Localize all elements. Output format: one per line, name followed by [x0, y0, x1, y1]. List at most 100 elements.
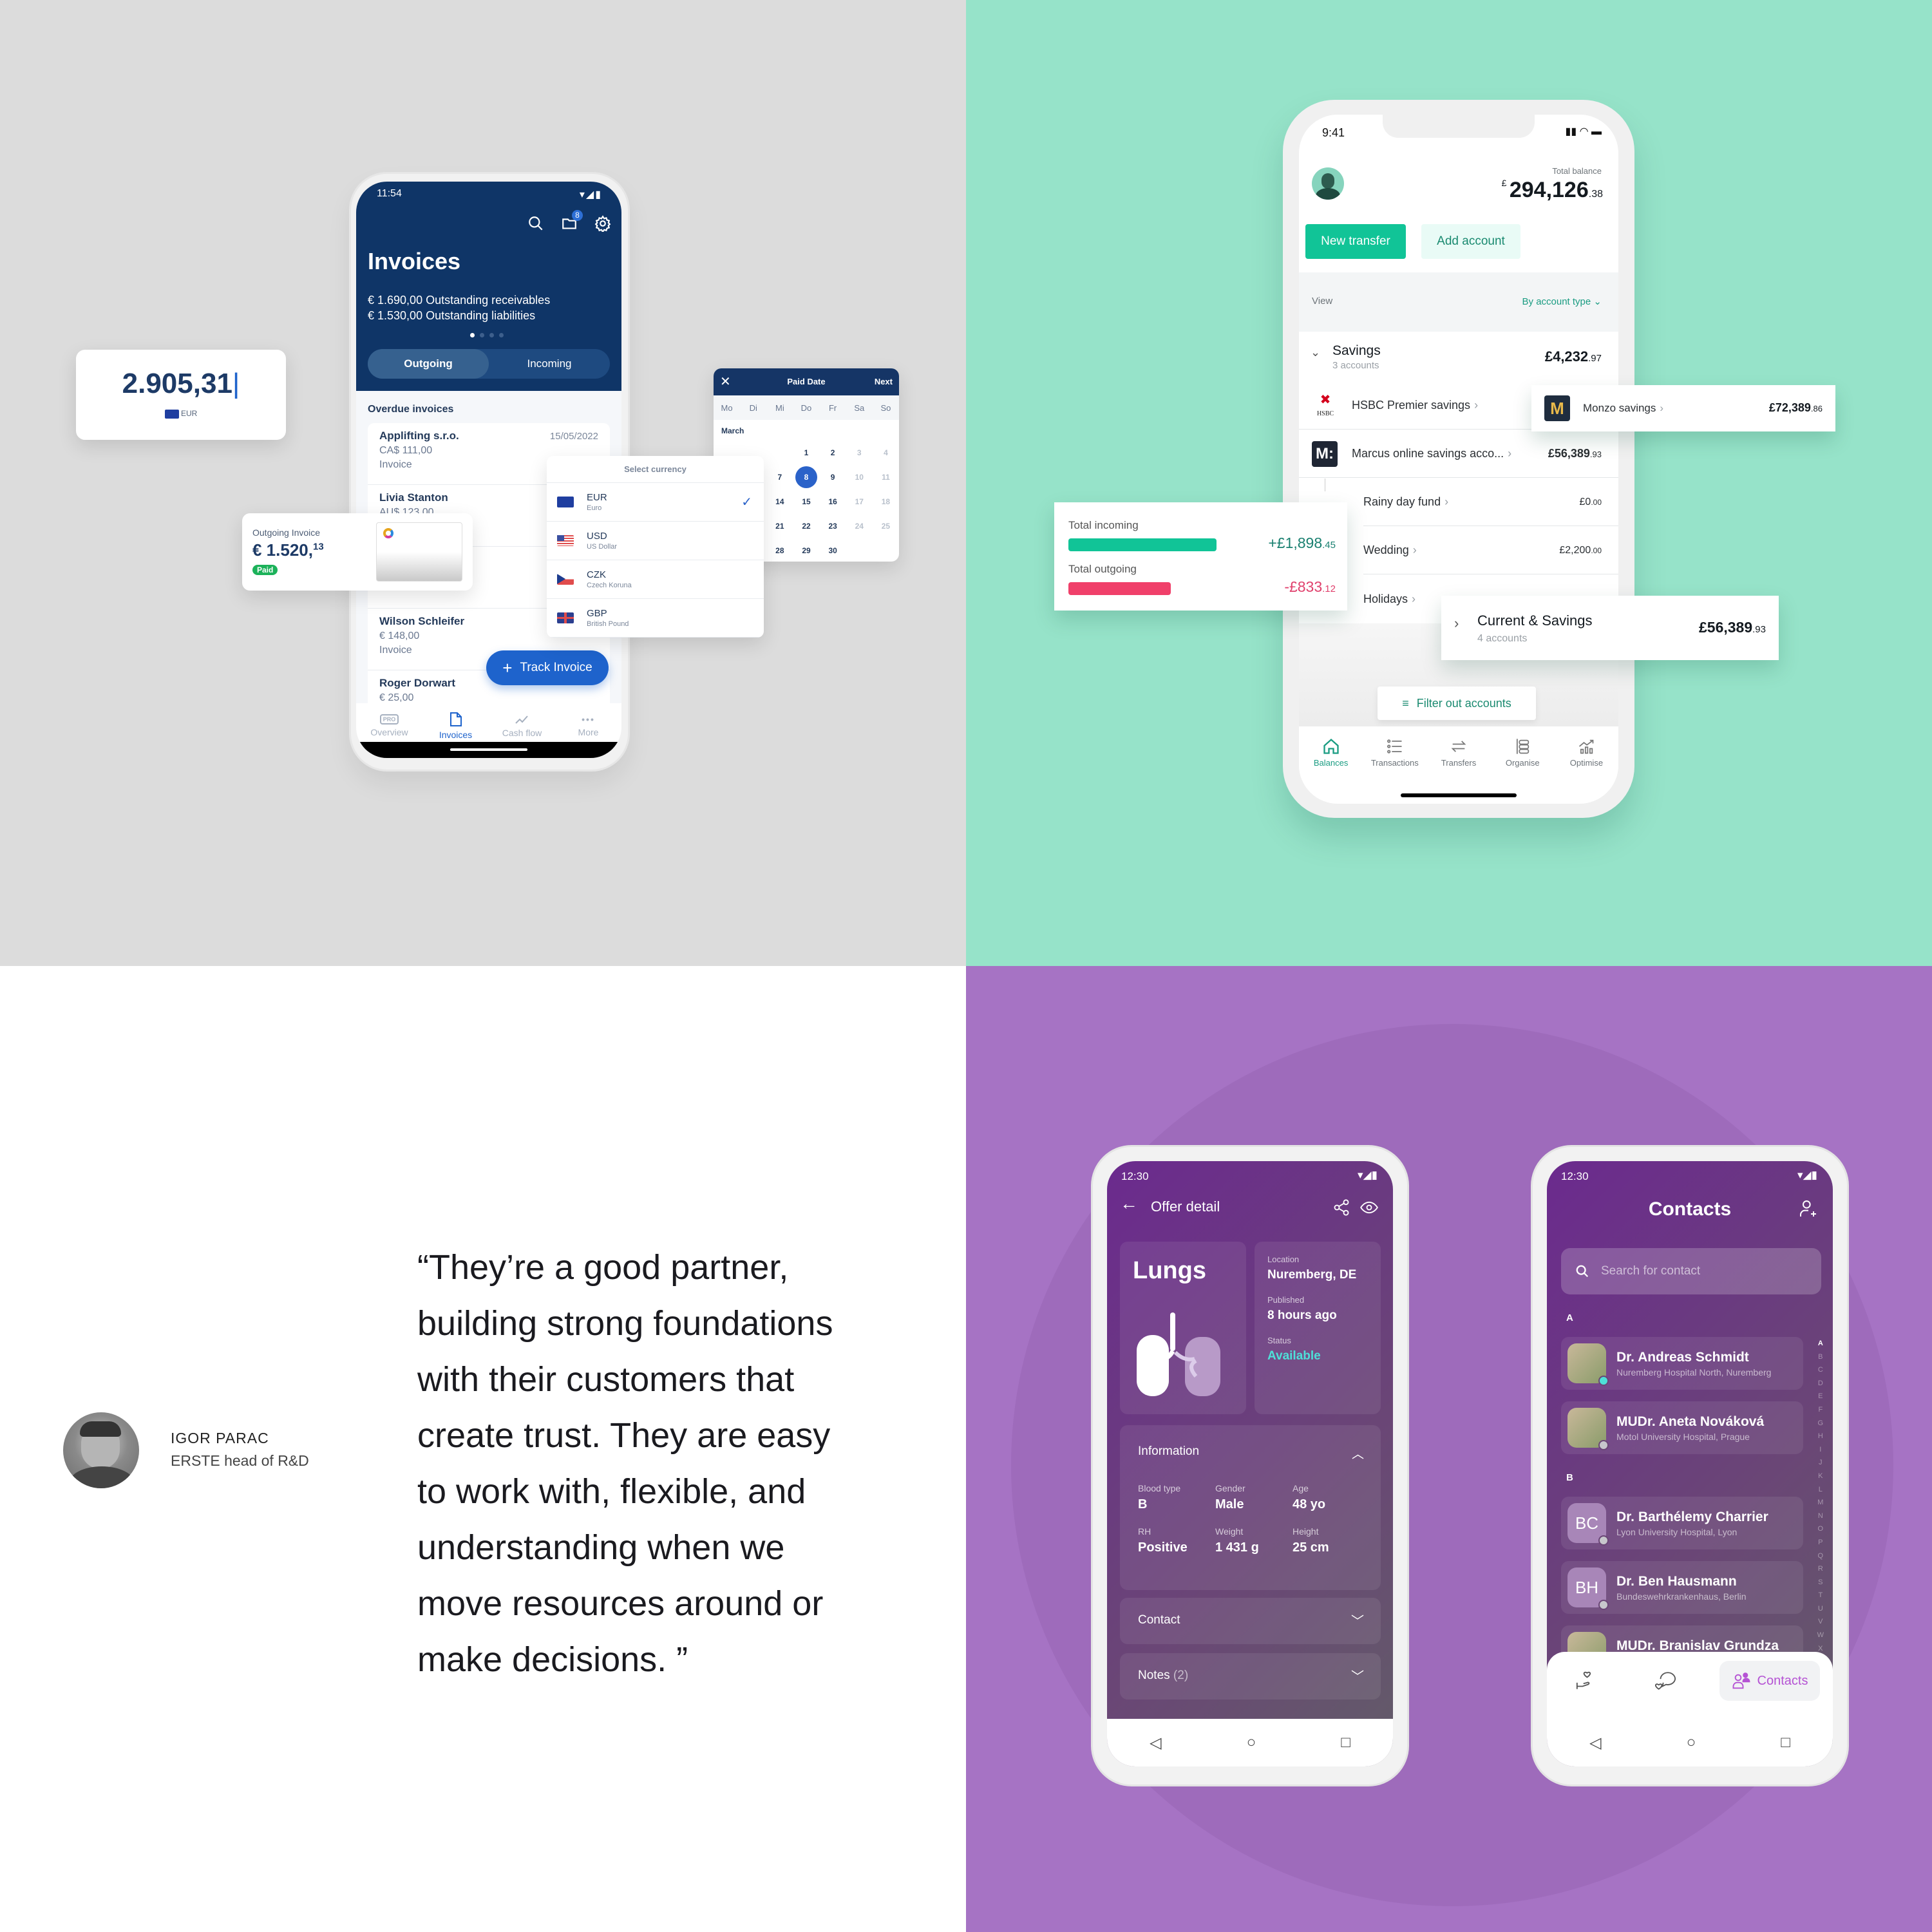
currency-option-usd[interactable]: USD US Dollar [547, 522, 764, 560]
tab-incoming[interactable]: Incoming [489, 349, 610, 379]
home-circle-icon[interactable]: ○ [1247, 1734, 1256, 1752]
alphabet-letter[interactable]: E [1817, 1390, 1824, 1403]
view-dropdown[interactable]: By account type ⌄ [1522, 296, 1602, 307]
contact-item[interactable]: MUDr. Aneta Nováková Motol University Hos… [1561, 1401, 1803, 1454]
alphabet-letter[interactable]: W [1817, 1629, 1824, 1642]
alphabet-letter[interactable]: D [1817, 1377, 1824, 1390]
alphabet-letter[interactable]: I [1817, 1443, 1824, 1457]
alphabet-index[interactable]: ABCDEFGHIJKLMNOPQRSTUVWXYZ [1817, 1337, 1824, 1681]
avatar[interactable] [1312, 167, 1344, 200]
calendar-day[interactable]: 7 [766, 473, 793, 482]
currency-option-czk[interactable]: CZK Czech Koruna [547, 560, 764, 599]
nav-balances[interactable]: Balances [1299, 726, 1363, 778]
account-row-marcus[interactable]: M: Marcus online savings acco... › £56,38… [1299, 430, 1618, 478]
alphabet-letter[interactable]: U [1817, 1602, 1824, 1616]
alphabet-letter[interactable]: N [1817, 1510, 1824, 1523]
account-row-rainy-day[interactable]: Rainy day fund › £0.00 [1363, 478, 1618, 526]
new-transfer-button[interactable]: New transfer [1305, 224, 1406, 259]
current-savings-card[interactable]: › Current & Savings 4 accounts £56,389.9… [1441, 596, 1779, 660]
contact-accordion[interactable]: Contact ﹀ [1120, 1598, 1381, 1644]
calendar-day[interactable]: 10 [846, 473, 873, 482]
eye-icon[interactable] [1359, 1198, 1379, 1217]
contact-item[interactable]: BH Dr. Ben Hausmann Bundeswehrkrankenhaus,… [1561, 1561, 1803, 1614]
alphabet-letter[interactable]: P [1817, 1536, 1824, 1549]
alphabet-letter[interactable]: A [1817, 1337, 1824, 1350]
alphabet-letter[interactable]: K [1817, 1470, 1824, 1483]
contact-item[interactable]: Dr. Andreas Schmidt Nuremberg Hospital No… [1561, 1337, 1803, 1390]
calendar-day[interactable]: 25 [873, 522, 899, 531]
calendar-day[interactable]: 30 [820, 546, 846, 555]
contact-item[interactable]: BC Dr. Barthélemy Charrier Lyon University… [1561, 1497, 1803, 1549]
nav-transfers[interactable]: Transfers [1426, 726, 1490, 778]
nav-optimise[interactable]: Optimise [1555, 726, 1618, 778]
calendar-day[interactable]: 28 [766, 546, 793, 555]
folder-button[interactable]: 8 [561, 210, 583, 235]
alphabet-letter[interactable]: Q [1817, 1549, 1824, 1563]
calendar-day[interactable]: 3 [846, 448, 873, 457]
invoice-thumbnail[interactable] [376, 522, 462, 582]
calendar-day[interactable]: 22 [793, 522, 819, 531]
outgoing-invoice-card[interactable]: Outgoing Invoice € 1.520,13 Paid [242, 513, 473, 591]
search-icon[interactable] [527, 215, 544, 232]
calendar-day[interactable]: 2 [820, 448, 846, 457]
currency-option-eur[interactable]: EUR Euro ✓ [547, 483, 764, 522]
recents-square-icon[interactable]: □ [1781, 1734, 1790, 1752]
tab-outgoing[interactable]: Outgoing [368, 349, 489, 379]
alphabet-letter[interactable]: M [1817, 1496, 1824, 1510]
gear-icon[interactable] [594, 215, 611, 232]
calendar-day-selected[interactable]: 8 [793, 466, 819, 488]
calendar-day[interactable]: 23 [820, 522, 846, 531]
contact-avatar [1567, 1408, 1609, 1450]
alphabet-letter[interactable]: F [1817, 1403, 1824, 1417]
alphabet-letter[interactable]: C [1817, 1363, 1824, 1377]
amount-value[interactable]: 2.905,31| [76, 368, 286, 400]
back-triangle-icon[interactable]: ◁ [1589, 1734, 1601, 1752]
filter-accounts-button[interactable]: ≡ Filter out accounts [1378, 687, 1536, 720]
alphabet-letter[interactable]: L [1817, 1483, 1824, 1497]
information-header[interactable]: Information ︿ [1138, 1444, 1364, 1462]
calendar-day[interactable]: 1 [793, 448, 819, 457]
calendar-day[interactable]: 16 [820, 497, 846, 506]
calendar-day[interactable]: 14 [766, 497, 793, 506]
nav-organise[interactable]: Organise [1491, 726, 1555, 778]
calendar-day[interactable]: 4 [873, 448, 899, 457]
home-circle-icon[interactable]: ○ [1687, 1734, 1696, 1752]
carousel-indicator[interactable] [470, 333, 504, 337]
add-account-button[interactable]: Add account [1421, 224, 1520, 259]
calendar-day[interactable]: 17 [846, 497, 873, 506]
recents-square-icon[interactable]: □ [1341, 1734, 1350, 1752]
alphabet-letter[interactable]: S [1817, 1576, 1824, 1589]
notes-accordion[interactable]: Notes (2) ﹀ [1120, 1653, 1381, 1700]
calendar-day[interactable]: 18 [873, 497, 899, 506]
calendar-day[interactable]: 24 [846, 522, 873, 531]
alphabet-letter[interactable]: H [1817, 1430, 1824, 1443]
track-invoice-button[interactable]: + Track Invoice [486, 650, 609, 685]
alphabet-letter[interactable]: T [1817, 1589, 1824, 1602]
share-icon[interactable] [1332, 1198, 1350, 1217]
savings-group-header[interactable]: ⌄ Savings 3 accounts £4,232.97 [1299, 332, 1618, 382]
calendar-day[interactable]: 21 [766, 522, 793, 531]
alphabet-letter[interactable]: B [1817, 1350, 1824, 1364]
tab-offers[interactable] [1575, 1670, 1597, 1695]
back-arrow-icon[interactable]: ← [1120, 1193, 1138, 1214]
calendar-day[interactable]: 11 [873, 473, 899, 482]
alphabet-letter[interactable]: G [1817, 1417, 1824, 1430]
next-button[interactable]: Next [875, 377, 893, 386]
alphabet-letter[interactable]: O [1817, 1522, 1824, 1536]
calendar-day[interactable]: 29 [793, 546, 819, 555]
monzo-account-card[interactable]: M Monzo savings › £72,389.86 [1531, 385, 1835, 431]
back-triangle-icon[interactable]: ◁ [1150, 1734, 1161, 1752]
tab-messages[interactable] [1654, 1670, 1677, 1695]
calendar-day[interactable]: 9 [820, 473, 846, 482]
nav-transactions[interactable]: Transactions [1363, 726, 1426, 778]
add-contact-icon[interactable] [1798, 1198, 1819, 1219]
calendar-day[interactable]: 15 [793, 497, 819, 506]
alphabet-letter[interactable]: J [1817, 1456, 1824, 1470]
account-row-wedding[interactable]: Wedding › £2,200.00 [1363, 527, 1618, 574]
amount-input-card[interactable]: 2.905,31| EUR [76, 350, 286, 440]
tab-contacts[interactable]: Contacts [1719, 1661, 1820, 1701]
alphabet-letter[interactable]: V [1817, 1615, 1824, 1629]
currency-option-gbp[interactable]: GBP British Pound [547, 599, 764, 638]
alphabet-letter[interactable]: R [1817, 1562, 1824, 1576]
search-input[interactable]: Search for contact [1561, 1248, 1821, 1294]
